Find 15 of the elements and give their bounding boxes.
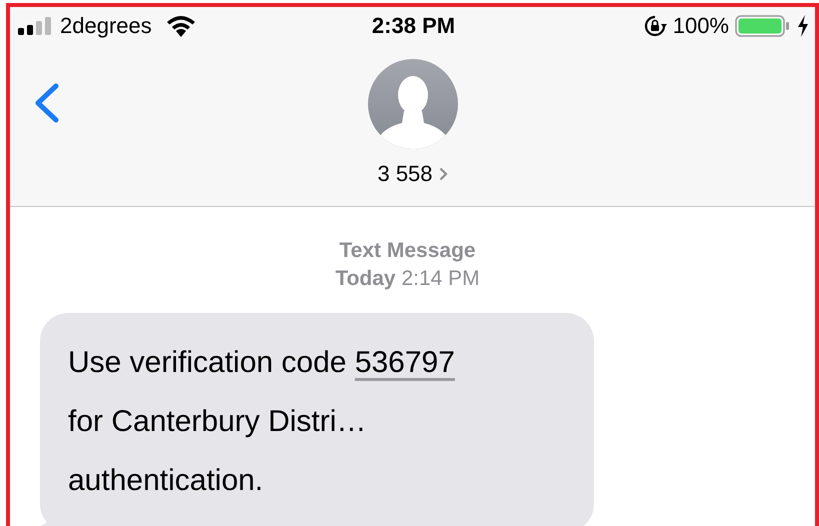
avatar-icon[interactable] (368, 59, 458, 149)
message-bubble: Use verification code 536797 for Canterbury Distri… authentication. (40, 313, 594, 526)
message-type-label: Text Message (339, 238, 476, 264)
battery-icon (735, 15, 791, 37)
status-time: 2:38 PM (372, 13, 456, 39)
wifi-icon (166, 15, 196, 37)
chevron-icon[interactable] (438, 167, 448, 181)
contact-name[interactable]: 3 558 (377, 161, 433, 187)
message-timestamp: Today 2:14 PM (335, 266, 480, 292)
charging-icon (797, 15, 809, 37)
battery-percent: 100% (672, 13, 729, 39)
rotation-lock-icon (642, 15, 667, 37)
carrier-name: 2degrees (60, 13, 152, 39)
code-link[interactable]: 536797 (354, 346, 455, 379)
signal-icon (18, 17, 52, 35)
